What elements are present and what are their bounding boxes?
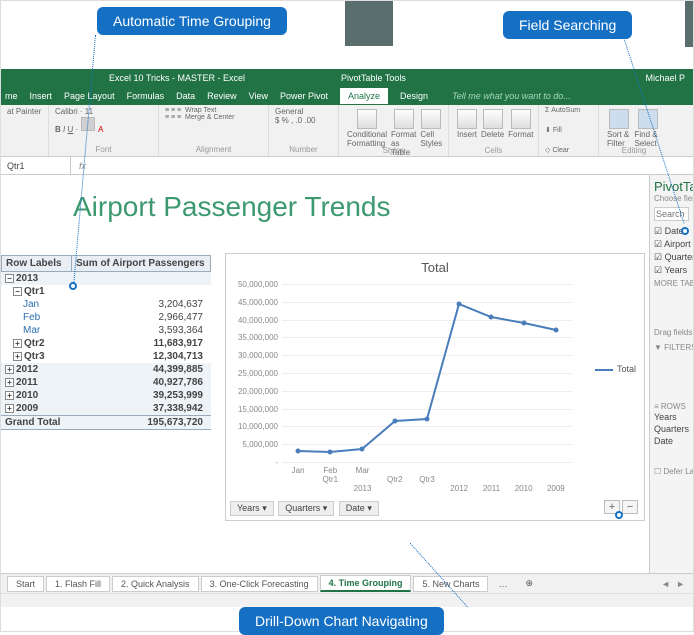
chart-plot-area: 50,000,000 45,000,000 40,000,000 35,000,… <box>282 284 572 462</box>
filters-dropzone[interactable]: ▼ FILTERS <box>654 343 689 352</box>
expand-icon[interactable]: + <box>5 404 14 413</box>
window-grip <box>345 1 393 46</box>
ribbon: at Painter Calibri · 11 B I U · A Font ≡… <box>1 105 693 157</box>
chart-line-series <box>282 284 572 462</box>
group-font: Font <box>55 145 152 154</box>
chart-legend: Total <box>595 364 636 374</box>
filter-date-button[interactable]: Date ▾ <box>339 501 379 516</box>
rows-dropzone[interactable]: ≡ ROWS <box>654 402 689 411</box>
tab-powerpivot[interactable]: Power Pivot <box>280 91 328 101</box>
expand-icon[interactable]: + <box>5 391 14 400</box>
collapse-icon[interactable]: − <box>13 287 22 296</box>
scroll-right-icon[interactable]: ► <box>676 579 685 589</box>
status-bar <box>1 593 693 607</box>
pivot-table[interactable]: Row Labels Sum of Airport Passengers −20… <box>1 255 211 430</box>
window-edge <box>685 1 693 47</box>
tab-design[interactable]: Design <box>400 91 428 101</box>
cell-styles-button[interactable]: Cell Styles <box>418 107 444 150</box>
worksheet-area: Airport Passenger Trends Row Labels Sum … <box>1 175 651 573</box>
tab-analyze[interactable]: Analyze <box>340 88 388 104</box>
sheet-tab-bar: Start 1. Flash Fill 2. Quick Analysis 3.… <box>1 573 693 593</box>
collapse-icon[interactable]: − <box>5 274 14 283</box>
sheet-tab-more[interactable]: … <box>490 577 515 591</box>
sheet-tab-timegrouping[interactable]: 4. Time Grouping <box>320 575 412 592</box>
page-title: Airport Passenger Trends <box>73 191 391 223</box>
field-passengers[interactable]: ☑ Airport Passe <box>654 238 689 251</box>
tab-home[interactable]: me <box>5 91 18 101</box>
tab-formulas[interactable]: Formulas <box>127 91 165 101</box>
conditional-formatting-button[interactable]: Conditional Formatting <box>345 107 389 150</box>
formula-bar: Qtr1 fx <box>1 157 693 175</box>
expand-icon[interactable]: + <box>13 339 22 348</box>
pivot-header-rowlabels[interactable]: Row Labels <box>2 256 72 271</box>
group-alignment: Alignment <box>165 145 262 154</box>
chart-x-axis: JanFebMar Qtr1Qtr2Qtr3 20132012201120102… <box>282 466 572 493</box>
tab-review[interactable]: Review <box>207 91 237 101</box>
group-number: Number <box>275 145 332 154</box>
pivot-header-values: Sum of Airport Passengers <box>72 256 210 271</box>
tell-me-search[interactable]: Tell me what you want to do... <box>452 91 571 101</box>
sheet-tab-flashfill[interactable]: 1. Flash Fill <box>46 576 110 592</box>
chart-filter-buttons: Years ▾ Quarters ▾ Date ▾ <box>230 501 381 516</box>
sheet-tab-quickanalysis[interactable]: 2. Quick Analysis <box>112 576 199 592</box>
expand-icon[interactable]: + <box>5 365 14 374</box>
defer-layout-checkbox[interactable]: ☐ Defer Layout <box>654 467 689 476</box>
field-years[interactable]: ☑ Years <box>654 264 689 277</box>
context-tools-label: PivotTable Tools <box>341 73 406 83</box>
field-quarters[interactable]: ☑ Quarters <box>654 251 689 264</box>
sheet-tab-forecasting[interactable]: 3. One-Click Forecasting <box>201 576 318 592</box>
scroll-left-icon[interactable]: ◄ <box>661 579 670 589</box>
user-name: Michael P <box>645 73 685 83</box>
callout-drilldown: Drill-Down Chart Navigating <box>239 607 444 635</box>
sheet-tab-start[interactable]: Start <box>7 576 44 592</box>
tab-insert[interactable]: Insert <box>30 91 53 101</box>
drill-up-button[interactable]: − <box>622 500 638 514</box>
field-search-input[interactable] <box>654 207 689 221</box>
number-format-select[interactable]: General <box>275 107 332 116</box>
filter-years-button[interactable]: Years ▾ <box>230 501 274 516</box>
ribbon-tab-strip: me Insert Page Layout Formulas Data Revi… <box>1 87 693 105</box>
document-title: Excel 10 Tricks - MASTER - Excel <box>109 73 245 83</box>
merge-center[interactable]: Merge & Center <box>185 114 234 121</box>
wrap-text[interactable]: Wrap Text <box>185 107 216 114</box>
new-sheet-button[interactable]: ⊕ <box>517 576 541 591</box>
expand-icon[interactable]: + <box>5 378 14 387</box>
expand-icon[interactable]: + <box>13 352 22 361</box>
callout-time-grouping: Automatic Time Grouping <box>97 7 287 35</box>
tab-data[interactable]: Data <box>176 91 195 101</box>
fill[interactable]: Fill <box>553 127 562 134</box>
name-box[interactable]: Qtr1 <box>1 157 71 174</box>
clear[interactable]: Clear <box>552 147 569 154</box>
title-bar: Excel 10 Tricks - MASTER - Excel PivotTa… <box>1 69 693 87</box>
autosum[interactable]: AutoSum <box>551 107 580 114</box>
pivot-chart[interactable]: Total 50,000,000 45,000,000 40,000,000 3… <box>225 253 645 521</box>
font-name-select[interactable]: Calibri <box>55 107 78 116</box>
filter-quarters-button[interactable]: Quarters ▾ <box>278 501 334 516</box>
more-tables-link[interactable]: MORE TABLES... <box>654 279 689 288</box>
format-painter[interactable]: at Painter <box>7 107 42 116</box>
tab-view[interactable]: View <box>249 91 268 101</box>
callout-field-searching: Field Searching <box>503 11 632 39</box>
group-cells: Cells <box>449 146 538 155</box>
group-styles: Styles <box>339 146 448 155</box>
chart-title: Total <box>226 254 644 281</box>
